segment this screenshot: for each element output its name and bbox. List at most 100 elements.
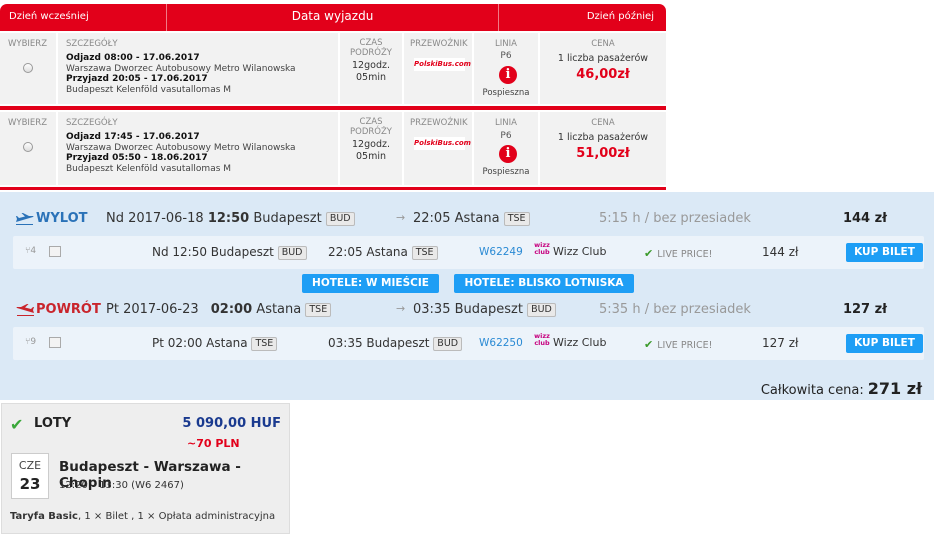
buy-ticket-button[interactable]: KUP BILET xyxy=(846,243,923,262)
check-icon: ✔ xyxy=(10,415,24,434)
detail-departure: Nd 12:50 Budapeszt xyxy=(152,245,274,259)
travel-time-cell: CZAS PODRÓŻY 12godz. 05min xyxy=(340,112,402,185)
seat-icon: ⑂9 xyxy=(25,337,37,347)
select-cell: WYBIERZ xyxy=(0,33,56,104)
bus-result-row: WYBIERZ SZCZEGÓŁY Odjazd 08:00 - 17.06.2… xyxy=(0,31,666,106)
departure-time: Odjazd 17:45 - 17.06.2017 xyxy=(66,132,200,142)
live-price-label: LIVE PRICE! xyxy=(657,249,713,260)
wizz-air-logo-icon: wizz club xyxy=(534,241,550,256)
day-of-month: 23 xyxy=(19,475,41,493)
tariff-label: Taryfa Basic xyxy=(10,511,78,522)
details-cell: SZCZEGÓŁY Odjazd 17:45 - 17.06.2017 Wars… xyxy=(58,112,338,185)
outbound-duration: 5:15 h / bez przesiadek xyxy=(599,211,751,226)
column-header-price: CENA xyxy=(591,118,615,128)
duration-minutes: 05min xyxy=(355,151,386,162)
image-icon xyxy=(49,337,61,348)
arrival-time: Przyjazd 05:50 - 18.06.2017 xyxy=(66,153,208,163)
bus-result-row: WYBIERZ SZCZEGÓŁY Odjazd 17:45 - 17.06.2… xyxy=(0,110,666,187)
detail-destination-code: BUD xyxy=(433,337,463,351)
return-date: Pt 2017-06-23 xyxy=(106,302,199,317)
info-icon[interactable]: i xyxy=(499,66,517,84)
column-header-select: WYBIERZ xyxy=(8,39,48,49)
flight-times: 12:20 – 13:30 (W6 2467) xyxy=(59,480,184,491)
info-icon[interactable]: i xyxy=(499,145,517,163)
bus-results-table: Dzień wcześniej Data wyjazdu Dzień późni… xyxy=(0,4,666,190)
hotels-near-airport-button[interactable]: HOTELE: BLISKO LOTNISKA xyxy=(454,274,634,293)
outbound-flight-detail: ⑂4 Nd 12:50 Budapeszt BUD 22:05 Astana T… xyxy=(13,236,924,269)
outbound-date: Nd 2017-06-18 xyxy=(106,211,204,226)
arrival-station: Budapeszt Kelenföld vasutallomas M xyxy=(66,163,232,174)
column-header-carrier: PRZEWOŹNIK xyxy=(410,118,468,128)
detail-departure: Pt 02:00 Astana xyxy=(152,336,248,350)
return-flight-detail: ⑂9 Pt 02:00 Astana TSE 03:35 Budapeszt B… xyxy=(13,327,924,360)
select-radio[interactable] xyxy=(23,63,33,73)
flight-number-link[interactable]: W62250 xyxy=(479,337,523,349)
seat-icon: ⑂4 xyxy=(25,246,37,256)
line-number: P6 xyxy=(500,131,512,141)
tariff-items: , 1 × Bilet , 1 × Opłata administracyjna xyxy=(78,511,276,522)
carrier-cell: PRZEWOŹNIK PolskiBus.com xyxy=(404,33,472,104)
ticket-price: 51,00zł xyxy=(576,146,630,161)
column-header-line: LINIA xyxy=(495,118,517,128)
price-pln: ~70 PLN xyxy=(187,437,240,450)
arrow-right-icon: → xyxy=(396,302,406,315)
column-header-carrier: PRZEWOŹNIK xyxy=(410,39,468,49)
next-day-link[interactable]: Dzień później xyxy=(587,11,654,22)
duration-hours: 12godz. xyxy=(352,60,390,71)
travel-time-cell: CZAS PODRÓŻY 12godz. 05min xyxy=(340,33,402,104)
line-type: Pospieszna xyxy=(482,167,530,177)
return-price: 127 zł xyxy=(842,302,887,317)
column-header-travel-time: CZAS PODRÓŻY xyxy=(350,38,392,58)
buy-ticket-button[interactable]: KUP BILET xyxy=(846,334,923,353)
outbound-segment-header[interactable]: WYLOT Nd 2017-06-18 12:50 Budapeszt BUD … xyxy=(0,208,934,230)
detail-arrival: 03:35 Budapeszt xyxy=(328,336,430,350)
outbound-origin: Budapeszt xyxy=(253,211,322,226)
line-type: Pospieszna xyxy=(482,88,530,98)
airline-name: Wizz Club xyxy=(553,336,607,349)
outbound-label: WYLOT xyxy=(36,211,88,226)
origin-code-badge: TSE xyxy=(305,303,332,317)
return-arrival-time: 03:35 xyxy=(413,302,451,317)
return-departure-time: 02:00 xyxy=(210,302,253,317)
live-price-indicator: ✔ LIVE PRICE! xyxy=(644,247,712,260)
check-icon: ✔ xyxy=(644,247,654,260)
image-icon xyxy=(49,246,61,257)
outbound-arrival-time: 22:05 xyxy=(413,211,451,226)
previous-day-link[interactable]: Dzień wcześniej xyxy=(9,11,89,22)
seats-left: 9 xyxy=(30,337,37,347)
origin-code-badge: BUD xyxy=(325,212,355,226)
outbound-price: 144 zł xyxy=(842,211,887,226)
passenger-count: 1 liczba pasażerów xyxy=(557,132,649,143)
total-price-label: Całkowita cena: xyxy=(760,383,864,398)
detail-origin-code: BUD xyxy=(277,246,307,260)
departure-station: Warszawa Dworzec Autobusowy Metro Wilano… xyxy=(66,142,296,153)
column-header-details: SZCZEGÓŁY xyxy=(66,39,118,49)
price-huf: 5 090,00 HUF xyxy=(182,416,281,431)
polskibus-logo: PolskiBus.com xyxy=(414,58,471,71)
column-header-price: CENA xyxy=(591,39,615,49)
duration-hours: 12godz. xyxy=(352,139,390,150)
hotels-in-city-button[interactable]: HOTELE: W MIEŚCIE xyxy=(302,274,439,293)
date-navigation-header: Dzień wcześniej Data wyjazdu Dzień późni… xyxy=(0,4,666,31)
destination-code-badge: TSE xyxy=(503,212,530,226)
outbound-departure-time: 12:50 xyxy=(207,211,250,226)
price-cell: CENA 1 liczba pasażerów 51,00zł xyxy=(540,112,666,185)
detail-destination-code: TSE xyxy=(411,246,438,260)
return-segment-header[interactable]: POWRÓT Pt 2017-06-23 02:00 Astana TSE → … xyxy=(0,299,934,321)
arrival-station: Budapeszt Kelenföld vasutallomas M xyxy=(66,84,232,95)
seats-left: 4 xyxy=(30,246,37,256)
tariff-info: Taryfa Basic, 1 × Bilet , 1 × Opłata adm… xyxy=(10,511,275,522)
flight-offer-card[interactable]: ✔ LOTY 5 090,00 HUF ~70 PLN CZE 23 Budap… xyxy=(1,403,290,534)
carrier-cell: PRZEWOŹNIK PolskiBus.com xyxy=(404,112,472,185)
detail-price: 127 zł xyxy=(762,336,799,350)
card-title: LOTY xyxy=(34,416,72,431)
select-radio[interactable] xyxy=(23,142,33,152)
return-duration: 5:35 h / bez przesiadek xyxy=(599,302,751,317)
passenger-count: 1 liczba pasażerów xyxy=(557,53,649,64)
departure-date-title: Data wyjazdu xyxy=(166,4,499,31)
duration-minutes: 05min xyxy=(355,72,386,83)
column-header-select: WYBIERZ xyxy=(8,118,48,128)
line-number: P6 xyxy=(500,51,512,61)
flight-number-link[interactable]: W62249 xyxy=(479,246,523,258)
detail-price: 144 zł xyxy=(762,245,799,259)
